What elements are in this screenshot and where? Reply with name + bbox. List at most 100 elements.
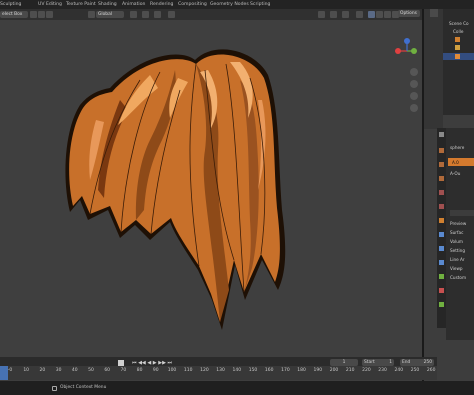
scene-collection-label[interactable]: Scene Co — [449, 21, 469, 26]
mouse-icon — [52, 386, 57, 391]
y-axis-handle — [411, 48, 417, 54]
orientation-dropdown[interactable]: Global — [96, 11, 124, 18]
ruler-tick-label: 110 — [183, 368, 193, 373]
zoom-icon[interactable] — [410, 68, 418, 76]
shading-material-icon[interactable] — [384, 11, 391, 18]
object-icon[interactable] — [439, 218, 444, 223]
ruler-tick-label: 220 — [362, 368, 371, 373]
start-frame-label: Start — [364, 360, 375, 365]
select-mode-icon[interactable] — [38, 11, 45, 18]
select-mode-icon[interactable] — [46, 11, 53, 18]
select-mode-icon[interactable] — [30, 11, 37, 18]
start-frame-value: 1 — [389, 360, 392, 365]
ruler-tick-label: 20 — [39, 368, 46, 373]
tab-animation[interactable]: Animation — [122, 1, 145, 8]
timeline-ruler[interactable]: -0 10 20 30 40 50 60 70 80 90 100 110 120 130 140 150 16… — [0, 366, 437, 380]
camera-view-icon[interactable] — [410, 92, 418, 100]
camera-icon[interactable] — [455, 37, 460, 42]
material-data-field[interactable]: A-Ou — [450, 170, 460, 177]
physics-icon[interactable] — [439, 260, 444, 265]
falloff-icon[interactable] — [168, 11, 175, 18]
tab-rendering[interactable]: Rendering — [150, 1, 173, 8]
viewport-3d[interactable] — [0, 20, 422, 357]
tab-scripting[interactable]: Scripting — [250, 1, 270, 8]
x-axis-handle — [395, 48, 401, 54]
orientation-icon[interactable] — [88, 11, 95, 18]
overlay-icon[interactable] — [342, 11, 349, 18]
material-icon[interactable] — [439, 288, 444, 293]
modifier-icon[interactable] — [439, 232, 444, 237]
visibility-icon[interactable] — [318, 11, 325, 18]
end-frame-field[interactable]: End 250 — [400, 359, 434, 366]
output-icon[interactable] — [439, 162, 444, 167]
data-icon[interactable] — [439, 274, 444, 279]
ruler-tick-label: 90 — [152, 368, 159, 373]
ruler-tick-label: 70 — [120, 368, 127, 373]
proportional-edit-icon[interactable] — [154, 11, 161, 18]
texture-icon[interactable] — [439, 302, 444, 307]
ruler-tick-label: 190 — [313, 368, 323, 373]
tab-texture-paint[interactable]: Texture Paint — [66, 1, 96, 8]
axis-gizmo[interactable] — [392, 38, 422, 64]
perspective-toggle-icon[interactable] — [410, 104, 418, 112]
hair-model[interactable] — [0, 20, 422, 357]
particles-icon[interactable] — [439, 246, 444, 251]
tab-sculpting[interactable]: Sculpting — [0, 1, 21, 8]
snap-icon[interactable] — [142, 11, 149, 18]
pan-icon[interactable] — [410, 80, 418, 88]
ruler-tick-label: 160 — [264, 368, 274, 373]
z-axis-handle — [404, 38, 410, 44]
world-icon[interactable] — [439, 204, 444, 209]
end-frame-label: End — [402, 360, 411, 365]
select-box-dropdown[interactable]: elect Box — [0, 11, 28, 18]
material-browse-field[interactable] — [450, 210, 474, 216]
tab-shading[interactable]: Shading — [98, 1, 117, 8]
tab-compositing[interactable]: Compositing — [178, 1, 207, 8]
status-bar: Object Context Menu — [0, 381, 474, 395]
ruler-tick-label: 170 — [281, 368, 290, 373]
ruler-tick-label: 140 — [232, 368, 242, 373]
collection-icon[interactable] — [430, 9, 438, 17]
section-custom-properties[interactable]: Custom — [450, 274, 466, 281]
ruler-tick-label: 40 — [71, 368, 78, 373]
material-slot-label: A.0 — [452, 160, 459, 165]
object-name-field[interactable]: sphere — [450, 144, 464, 151]
section-settings[interactable]: Setting — [450, 247, 465, 254]
section-volume[interactable]: Volum — [450, 238, 463, 245]
view-layer-icon[interactable] — [439, 176, 444, 181]
properties-tabs — [437, 128, 446, 328]
gizmo-icon[interactable] — [330, 11, 337, 18]
ruler-tick-label: 250 — [410, 368, 420, 373]
properties-editor: sphere A.0 A-Ou Preview Surfac Volum Set… — [446, 128, 474, 340]
section-surface[interactable]: Surfac — [450, 229, 463, 236]
tool-icon[interactable] — [439, 132, 444, 137]
tab-uv-editing[interactable]: UV Editing — [38, 1, 62, 8]
pivot-icon[interactable] — [130, 11, 137, 18]
light-icon[interactable] — [455, 45, 460, 50]
sidebar-tabs — [424, 9, 443, 129]
section-preview[interactable]: Preview — [450, 220, 466, 227]
scene-icon[interactable] — [439, 190, 444, 195]
shading-solid-icon[interactable] — [376, 11, 383, 18]
tab-geometry-nodes[interactable]: Geometry Nodes — [210, 1, 249, 8]
ruler-tick-label: 130 — [216, 368, 225, 373]
ruler-tick-label: 200 — [329, 368, 339, 373]
ruler-tick-label: 80 — [136, 368, 143, 373]
render-icon[interactable] — [439, 148, 444, 153]
ruler-tick-label: 30 — [55, 368, 62, 373]
ruler-tick-label: 60 — [104, 368, 111, 373]
ruler-tick-label: 230 — [378, 368, 387, 373]
workspace-tab-bar: Sculpting UV Editing Texture Paint Shadi… — [0, 0, 474, 9]
xray-icon[interactable] — [356, 11, 363, 18]
section-viewport-display[interactable]: Viewp — [450, 265, 463, 272]
section-line-art[interactable]: Line Ar — [450, 256, 465, 263]
start-frame-field[interactable]: Start 1 — [362, 359, 394, 366]
shading-wireframe-icon[interactable] — [368, 11, 375, 18]
current-frame-field[interactable]: 1 — [330, 359, 358, 366]
viewport-header: elect Box Global Options — [0, 9, 422, 20]
ruler-tick-label: 210 — [345, 368, 355, 373]
collection-item[interactable]: Colle — [453, 29, 463, 34]
options-dropdown[interactable]: Options — [398, 10, 420, 17]
ruler-tick-label: 150 — [248, 368, 258, 373]
ruler-tick-label: 50 — [88, 368, 94, 373]
